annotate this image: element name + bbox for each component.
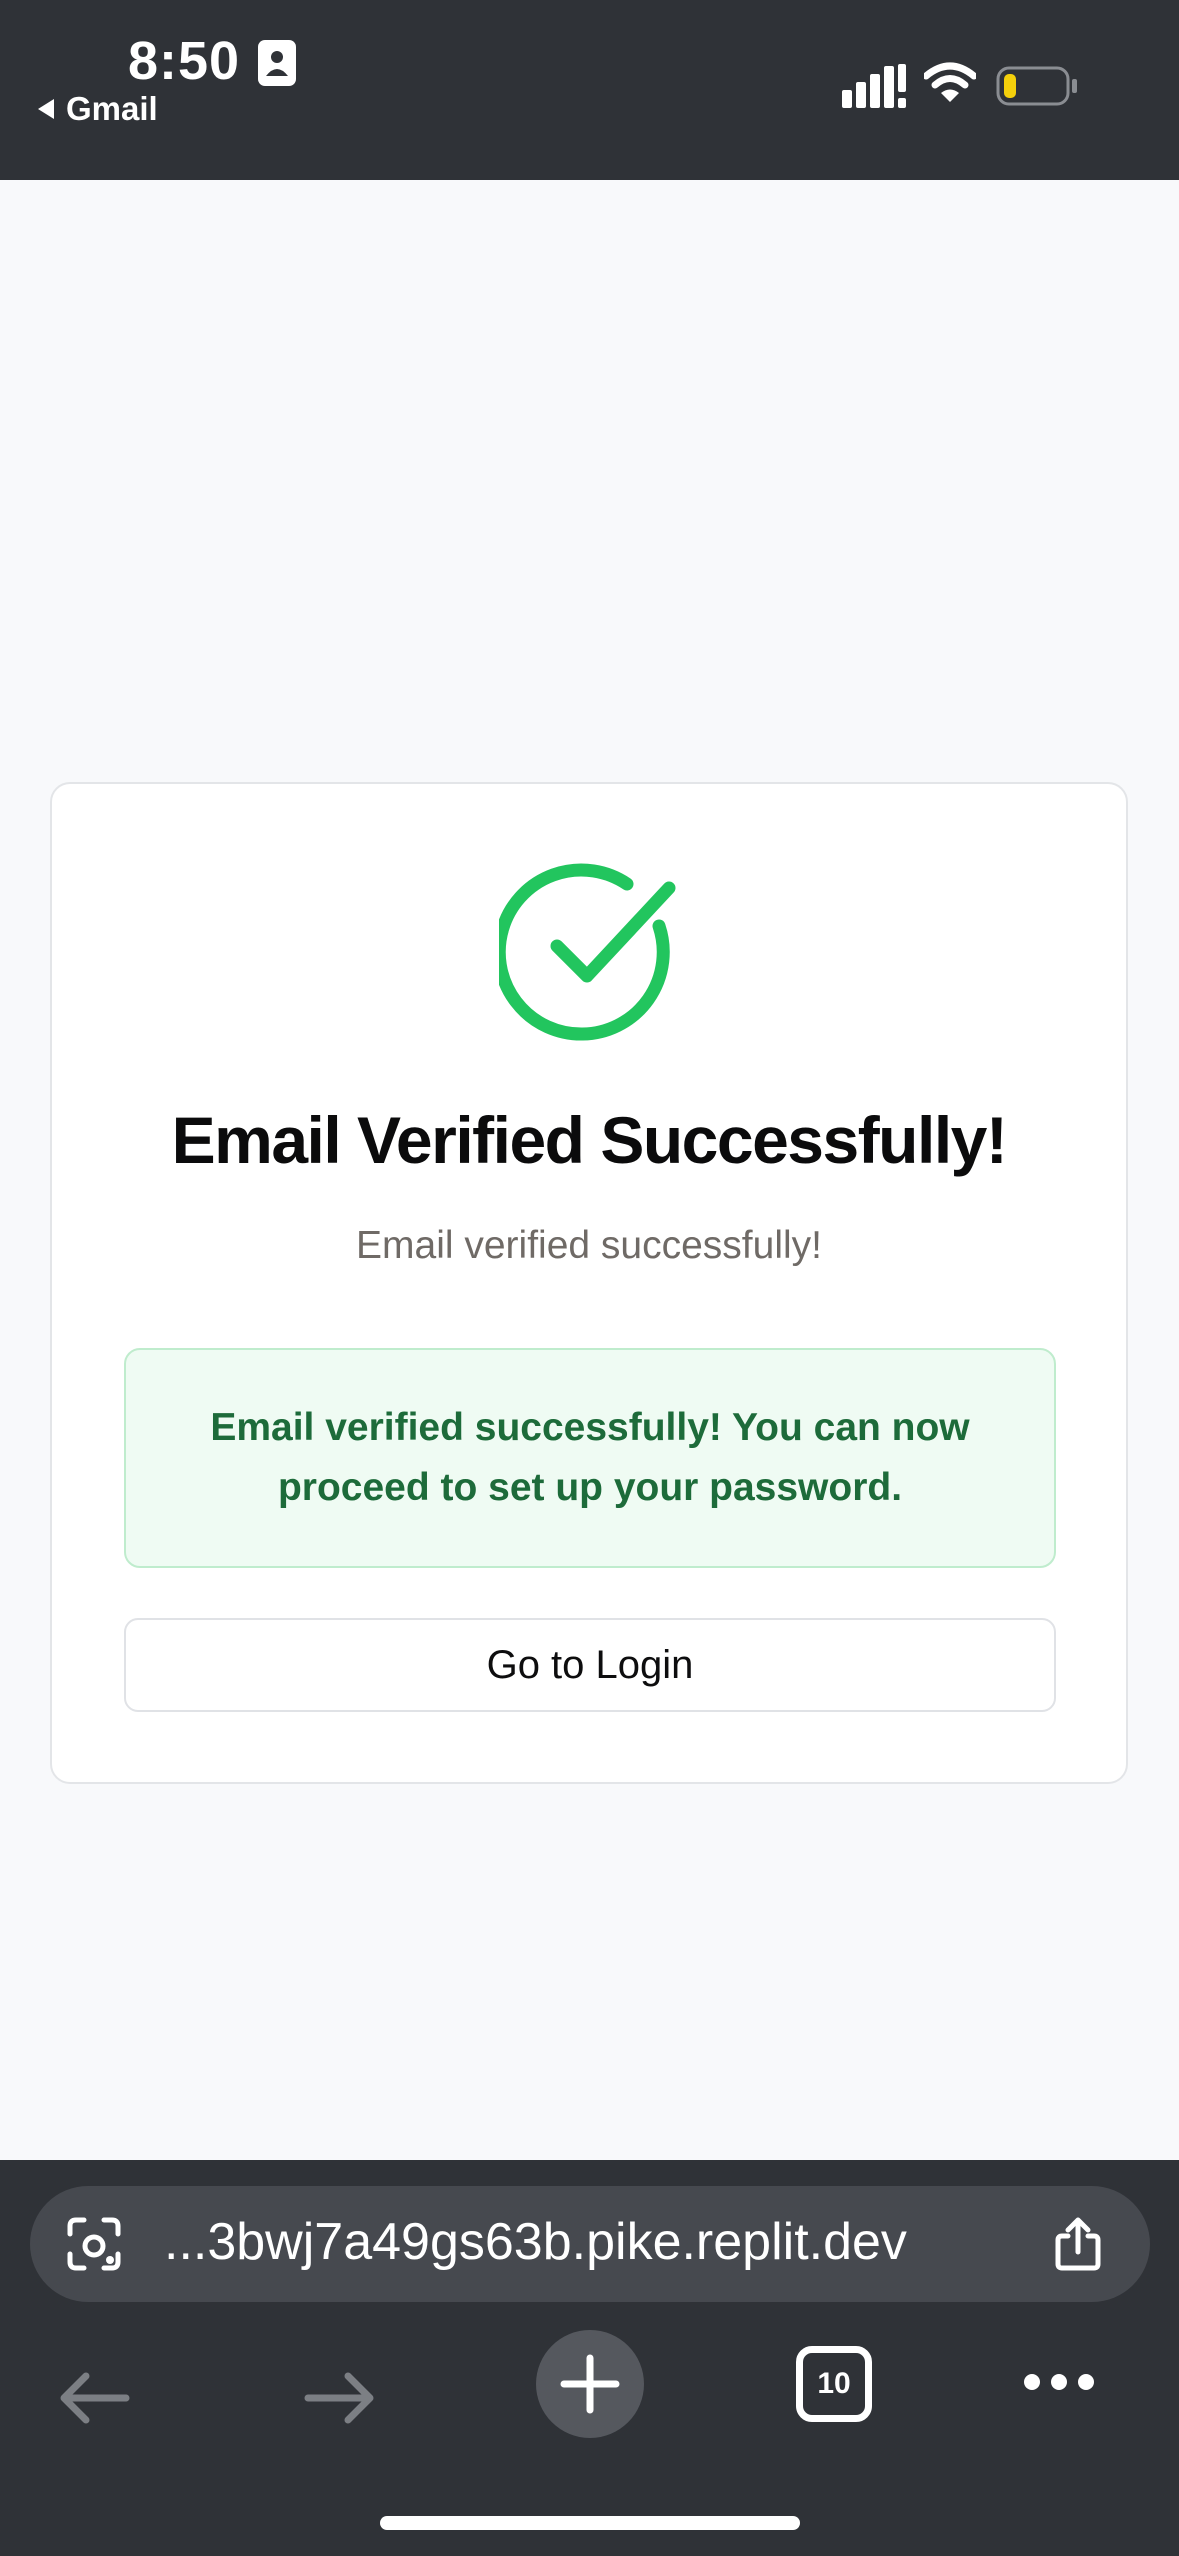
back-triangle-icon (38, 99, 54, 119)
url-text[interactable]: ...3bwj7a49gs63b.pike.replit.dev (164, 2212, 907, 2272)
verification-card: Email Verified Successfully! Email verif… (50, 782, 1128, 1784)
success-alert: Email verified successfully! You can now… (124, 1348, 1056, 1568)
home-indicator[interactable] (380, 2516, 800, 2530)
go-to-login-button[interactable]: Go to Login (124, 1618, 1056, 1712)
focus-badge-icon (258, 40, 296, 91)
forward-arrow-icon[interactable] (302, 2368, 378, 2433)
back-arrow-icon[interactable] (56, 2368, 132, 2433)
new-tab-button[interactable] (536, 2330, 644, 2438)
lens-icon[interactable] (64, 2214, 124, 2279)
wifi-icon (922, 62, 978, 109)
battery-icon (996, 66, 1078, 111)
success-alert-message: Email verified successfully! You can now… (210, 1406, 970, 1509)
browser-toolbar: ...3bwj7a49gs63b.pike.replit.dev 10 (0, 2160, 1179, 2556)
cellular-signal-icon (842, 64, 906, 113)
status-time: 8:50 (128, 31, 241, 91)
share-icon[interactable] (1048, 2214, 1108, 2279)
page-subtitle: Email verified successfully! (356, 1224, 822, 1267)
back-app-label: Gmail (66, 90, 158, 127)
back-to-app-link[interactable]: Gmail (36, 90, 158, 128)
status-bar: 8:50 Gmail (0, 0, 1179, 180)
more-options-icon[interactable] (1022, 2370, 1096, 2399)
address-bar[interactable]: ...3bwj7a49gs63b.pike.replit.dev (30, 2186, 1150, 2302)
page-title: Email Verified Successfully! (171, 1103, 1008, 1177)
tab-switcher-button[interactable]: 10 (796, 2346, 872, 2422)
plus-icon (560, 2354, 620, 2414)
check-circle-icon (492, 862, 681, 1049)
